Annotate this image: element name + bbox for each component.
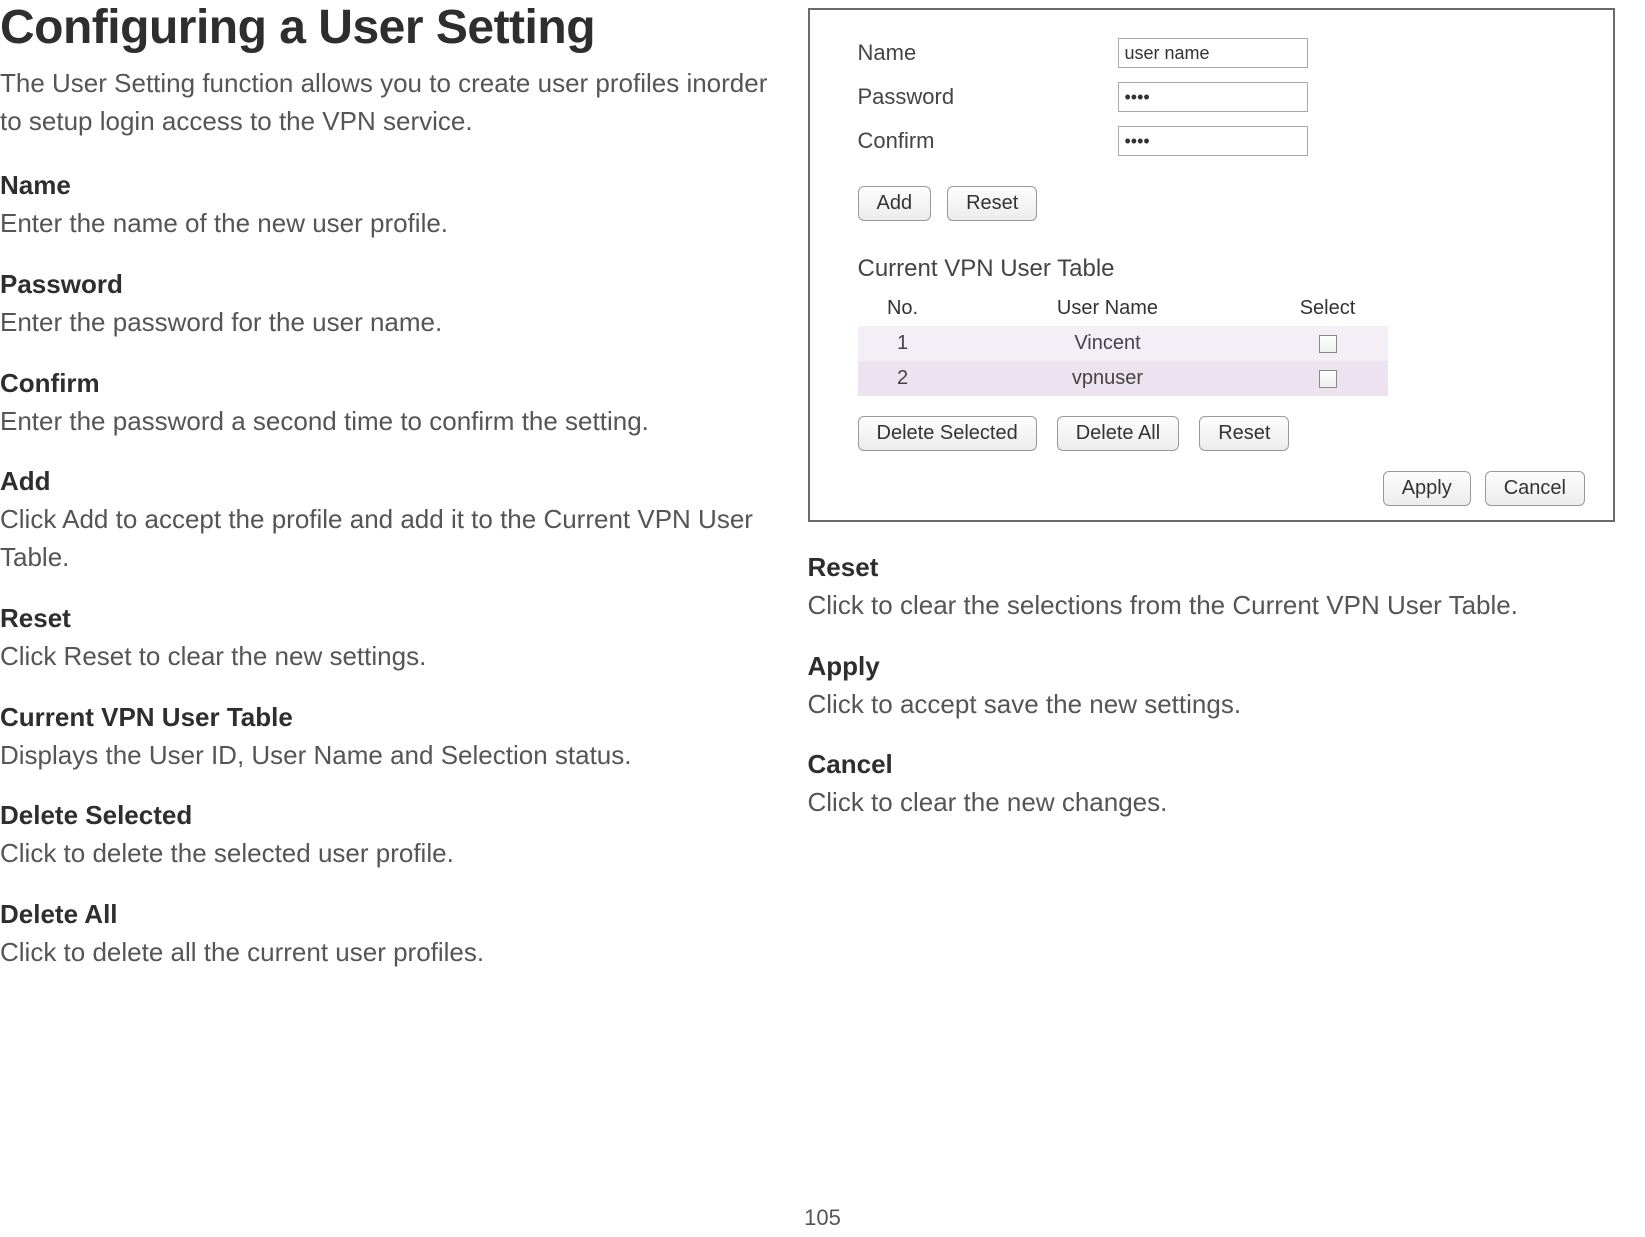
- delete-all-button[interactable]: Delete All: [1057, 416, 1180, 451]
- doc-item-cancel: Cancel Click to clear the new changes.: [808, 749, 1616, 822]
- doc-item-desc: Enter the password a second time to conf…: [0, 403, 778, 441]
- delete-selected-button[interactable]: Delete Selected: [858, 416, 1037, 451]
- doc-item-label: Add: [0, 466, 778, 497]
- doc-item-desc: Click to clear the new changes.: [808, 784, 1616, 822]
- form-row-password: Password: [858, 82, 1596, 112]
- doc-item-current-table: Current VPN User Table Displays the User…: [0, 702, 778, 775]
- apply-cancel-row: Apply Cancel: [858, 471, 1596, 506]
- doc-item-confirm: Confirm Enter the password a second time…: [0, 368, 778, 441]
- doc-item-desc: Displays the User ID, User Name and Sele…: [0, 737, 778, 775]
- table-row: 2 vpnuser: [858, 361, 1388, 396]
- doc-item-desc: Click Add to accept the profile and add …: [0, 501, 778, 576]
- table-row: 1 Vincent: [858, 326, 1388, 361]
- doc-item-password: Password Enter the password for the user…: [0, 269, 778, 342]
- doc-item-label: Current VPN User Table: [0, 702, 778, 733]
- doc-item-label: Delete All: [0, 899, 778, 930]
- left-column: Configuring a User Setting The User Sett…: [0, 0, 808, 972]
- table-header-row: No. User Name Select: [858, 291, 1388, 326]
- doc-item-label: Reset: [808, 552, 1616, 583]
- select-checkbox[interactable]: [1319, 370, 1337, 388]
- cell-user-name: vpnuser: [948, 361, 1268, 396]
- add-reset-row: Add Reset: [858, 186, 1596, 221]
- col-user-name: User Name: [948, 291, 1268, 326]
- col-no: No.: [858, 291, 948, 326]
- confirm-label: Confirm: [858, 128, 1118, 154]
- password-label: Password: [858, 84, 1118, 110]
- doc-item-delete-selected: Delete Selected Click to delete the sele…: [0, 800, 778, 873]
- col-select: Select: [1268, 291, 1388, 326]
- cell-no: 1: [858, 326, 948, 361]
- apply-button[interactable]: Apply: [1383, 471, 1471, 506]
- doc-item-add: Add Click Add to accept the profile and …: [0, 466, 778, 576]
- doc-item-label: Name: [0, 170, 778, 201]
- intro-text: The User Setting function allows you to …: [0, 65, 778, 140]
- right-text-block: Reset Click to clear the selections from…: [808, 552, 1616, 822]
- add-button[interactable]: Add: [858, 186, 932, 221]
- doc-item-label: Password: [0, 269, 778, 300]
- name-input[interactable]: [1118, 38, 1308, 68]
- cell-no: 2: [858, 361, 948, 396]
- right-column: Name Password Confirm Add Reset Current …: [808, 0, 1616, 972]
- page-number: 105: [804, 1205, 841, 1231]
- cancel-button[interactable]: Cancel: [1485, 471, 1585, 506]
- doc-item-apply: Apply Click to accept save the new setti…: [808, 651, 1616, 724]
- vpn-user-table: No. User Name Select 1 Vincent 2 vpnuser: [858, 291, 1388, 396]
- delete-row: Delete Selected Delete All Reset: [858, 416, 1596, 451]
- doc-item-label: Confirm: [0, 368, 778, 399]
- doc-item-desc: Enter the name of the new user profile.: [0, 205, 778, 243]
- form-row-confirm: Confirm: [858, 126, 1596, 156]
- doc-item-label: Reset: [0, 603, 778, 634]
- cell-select: [1268, 326, 1388, 361]
- reset-table-button[interactable]: Reset: [1199, 416, 1289, 451]
- page-title: Configuring a User Setting: [0, 0, 778, 55]
- password-input[interactable]: [1118, 82, 1308, 112]
- doc-item-label: Apply: [808, 651, 1616, 682]
- doc-item-desc: Click to delete all the current user pro…: [0, 934, 778, 972]
- reset-button[interactable]: Reset: [947, 186, 1037, 221]
- confirm-input[interactable]: [1118, 126, 1308, 156]
- select-checkbox[interactable]: [1319, 335, 1337, 353]
- doc-item-desc: Click to delete the selected user profil…: [0, 835, 778, 873]
- cell-user-name: Vincent: [948, 326, 1268, 361]
- doc-item-desc: Click Reset to clear the new settings.: [0, 638, 778, 676]
- table-title: Current VPN User Table: [858, 255, 1596, 283]
- form-row-name: Name: [858, 38, 1596, 68]
- doc-item-reset-table: Reset Click to clear the selections from…: [808, 552, 1616, 625]
- settings-panel: Name Password Confirm Add Reset Current …: [808, 8, 1616, 522]
- doc-item-desc: Enter the password for the user name.: [0, 304, 778, 342]
- doc-item-label: Delete Selected: [0, 800, 778, 831]
- doc-item-reset: Reset Click Reset to clear the new setti…: [0, 603, 778, 676]
- doc-item-desc: Click to accept save the new settings.: [808, 686, 1616, 724]
- cell-select: [1268, 361, 1388, 396]
- doc-item-label: Cancel: [808, 749, 1616, 780]
- doc-item-name: Name Enter the name of the new user prof…: [0, 170, 778, 243]
- doc-item-delete-all: Delete All Click to delete all the curre…: [0, 899, 778, 972]
- name-label: Name: [858, 40, 1118, 66]
- doc-item-desc: Click to clear the selections from the C…: [808, 587, 1616, 625]
